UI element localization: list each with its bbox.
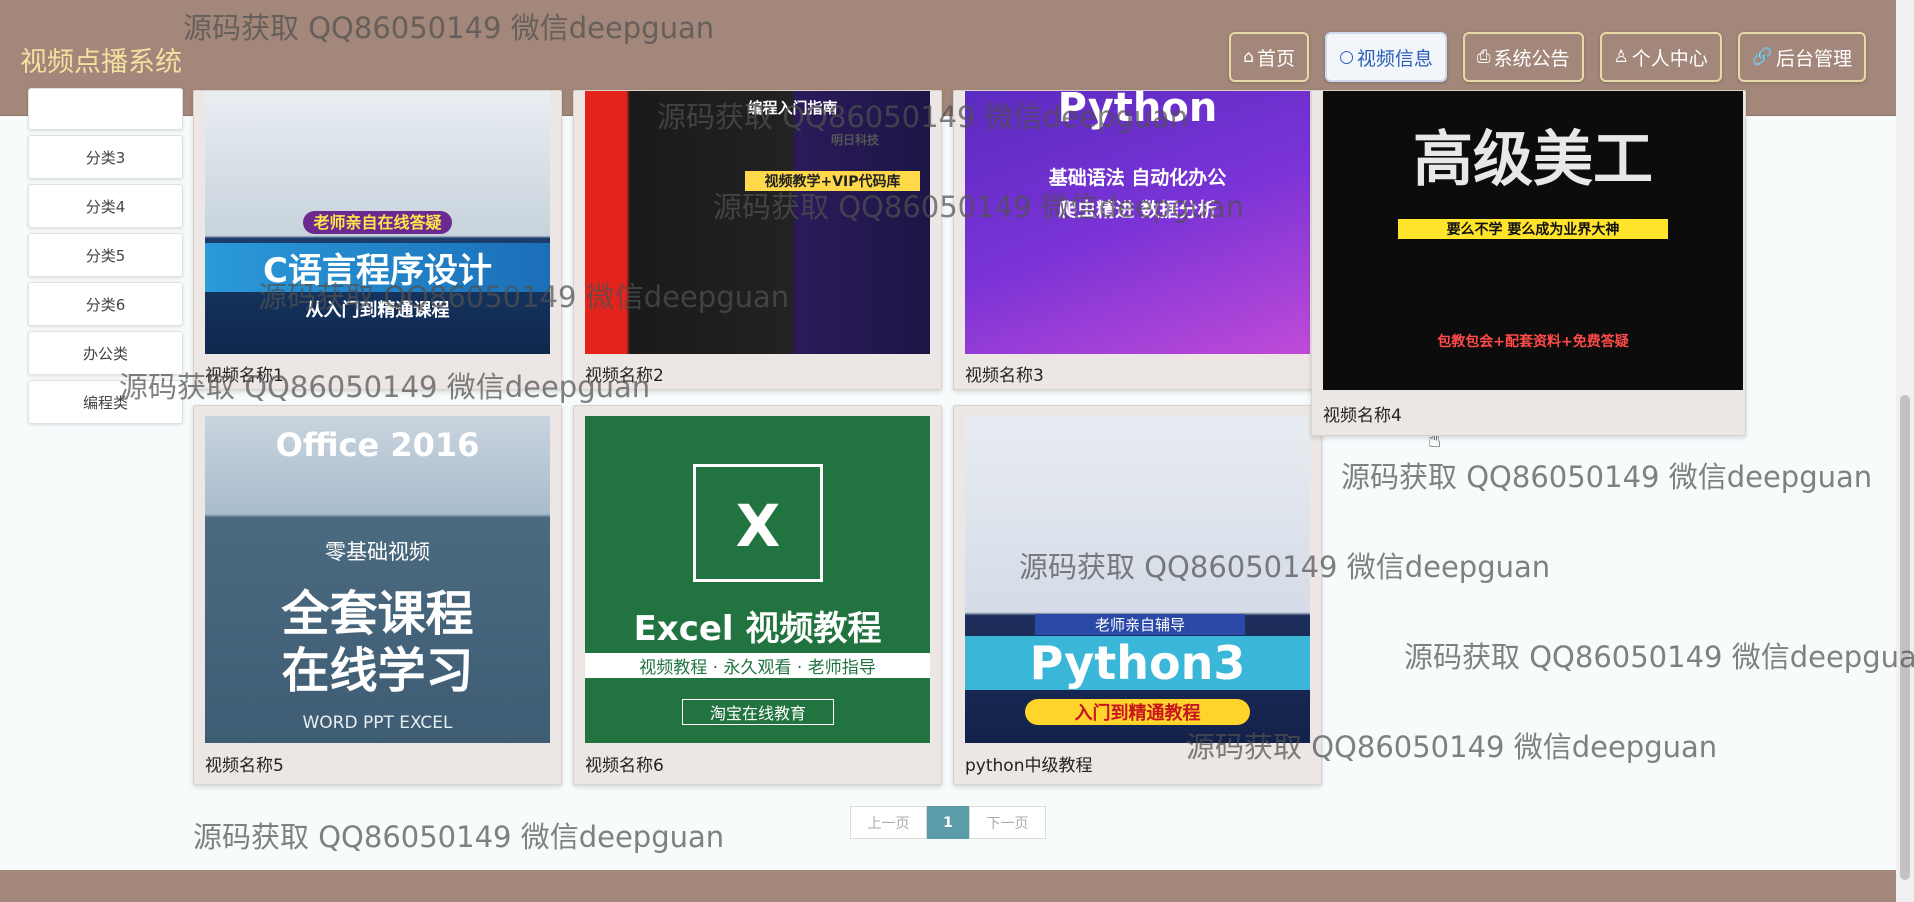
video-card-3[interactable]: Python 基础语法 自动化办公 爬虫精进 数据分析 视频名称3 bbox=[953, 90, 1322, 390]
thumb-line: 从入门到精通课程 bbox=[305, 300, 450, 321]
video-card-7[interactable]: 老师亲自辅导 Python3 入门到精通教程 python中级教程 bbox=[953, 405, 1322, 785]
video-thumbnail[interactable]: Python 基础语法 自动化办公 爬虫精进 数据分析 bbox=[965, 91, 1310, 354]
thumb-line: 视频教程 · 永久观看 · 老师指导 bbox=[585, 653, 930, 678]
video-thumbnail[interactable]: 编程入门指南 视频教学+VIP代码库 明日科技 bbox=[585, 91, 930, 354]
category-item[interactable]: 办公类 bbox=[28, 331, 183, 375]
page-number-button[interactable]: 1 bbox=[927, 806, 969, 839]
thumb-line: 明日科技 bbox=[830, 133, 879, 147]
category-sidebar: 分类3 分类4 分类5 分类6 办公类 编程类 bbox=[28, 88, 183, 429]
pagination: 上一页 1 下一页 bbox=[850, 806, 1046, 839]
scrollbar-thumb[interactable] bbox=[1900, 395, 1910, 880]
thumb-line: 老师亲自辅导 bbox=[1035, 614, 1245, 635]
category-item[interactable]: 分类3 bbox=[28, 135, 183, 179]
thumb-line: Python3 bbox=[965, 636, 1310, 690]
thumb-line: 老师亲自在线答疑 bbox=[303, 211, 452, 234]
nav-home[interactable]: ⌂ 首页 bbox=[1229, 32, 1310, 82]
category-item[interactable]: 分类6 bbox=[28, 282, 183, 326]
category-item[interactable]: 编程类 bbox=[28, 380, 183, 424]
thumb-line: 入门到精通教程 bbox=[1025, 699, 1250, 725]
nav-announcements-label: 系统公告 bbox=[1493, 47, 1570, 70]
thumb-line: 基础语法 自动化办公 bbox=[1048, 167, 1227, 189]
thumb-line: 要么不学 要么成为业界大神 bbox=[1398, 219, 1668, 239]
thumb-line: 编程入门指南 bbox=[747, 99, 838, 117]
thumb-line: 高级美工 bbox=[1413, 125, 1653, 195]
nav-video-info[interactable]: ○ 视频信息 bbox=[1325, 32, 1447, 82]
category-item-hidden[interactable] bbox=[28, 88, 183, 130]
nav-personal-center-label: 个人中心 bbox=[1631, 47, 1708, 70]
video-thumbnail[interactable]: 老师亲自辅导 Python3 入门到精通教程 bbox=[965, 416, 1310, 743]
video-thumbnail[interactable]: 老师亲自在线答疑 C语言程序设计 从入门到精通课程 bbox=[205, 91, 550, 354]
thumb-line: 淘宝在线教育 bbox=[682, 699, 834, 725]
nav-video-info-label: 视频信息 bbox=[1356, 47, 1433, 70]
footer-bar bbox=[0, 870, 1914, 902]
video-title[interactable]: 视频名称3 bbox=[965, 361, 1044, 386]
video-title[interactable]: 视频名称1 bbox=[205, 361, 284, 386]
prev-page-button[interactable]: 上一页 bbox=[850, 806, 927, 839]
thumb-line: 包教包会+配套资料+免费答疑 bbox=[1437, 334, 1629, 350]
nav-admin-label: 后台管理 bbox=[1775, 47, 1852, 70]
nav-home-label: 首页 bbox=[1257, 47, 1296, 70]
video-card-5[interactable]: Office 2016 零基础视频 全套课程 在线学习 WORD PPT EXC… bbox=[193, 405, 562, 785]
thumb-line: WORD PPT EXCEL bbox=[302, 713, 453, 733]
watermark-text: 源码获取 QQ86050149 微信deepguan bbox=[193, 820, 725, 854]
video-thumbnail[interactable]: 高级美工 要么不学 要么成为业界大神 包教包会+配套资料+免费答疑 bbox=[1323, 91, 1743, 390]
site-title[interactable]: 视频点播系统 bbox=[20, 40, 182, 79]
next-page-button[interactable]: 下一页 bbox=[969, 806, 1046, 839]
category-item[interactable]: 分类5 bbox=[28, 233, 183, 277]
category-item[interactable]: 分类4 bbox=[28, 184, 183, 228]
video-title[interactable]: 视频名称6 bbox=[585, 751, 664, 776]
thumb-line: C语言程序设计 bbox=[205, 243, 550, 292]
video-card-4[interactable]: 高级美工 要么不学 要么成为业界大神 包教包会+配套资料+免费答疑 视频名称4 bbox=[1311, 90, 1746, 436]
thumb-line: 在线学习 bbox=[281, 643, 474, 699]
thumb-line: 零基础视频 bbox=[325, 540, 430, 564]
video-title[interactable]: 视频名称4 bbox=[1323, 401, 1402, 426]
thumb-line: 视频教学+VIP代码库 bbox=[745, 171, 920, 191]
page-scrollbar[interactable] bbox=[1896, 0, 1914, 902]
thumb-line: X bbox=[693, 464, 823, 582]
video-thumbnail[interactable]: X Excel 视频教程 视频教程 · 永久观看 · 老师指导 淘宝在线教育 bbox=[585, 416, 930, 743]
video-card-2[interactable]: 编程入门指南 视频教学+VIP代码库 明日科技 视频名称2 bbox=[573, 90, 942, 390]
link-icon: 🔗 bbox=[1751, 47, 1773, 67]
user-icon: ♙ bbox=[1613, 47, 1629, 67]
thumb-line: Excel 视频教程 bbox=[633, 609, 882, 649]
main-nav: ⌂ 首页 ○ 视频信息 ⎙ 系统公告 ♙ 个人中心 🔗 后台管理 bbox=[1229, 32, 1866, 82]
video-title[interactable]: 视频名称2 bbox=[585, 361, 664, 386]
thumb-line: Office 2016 bbox=[275, 426, 480, 464]
video-thumbnail[interactable]: Office 2016 零基础视频 全套课程 在线学习 WORD PPT EXC… bbox=[205, 416, 550, 743]
watermark-text: 源码获取 QQ86050149 微信deepguan bbox=[1341, 460, 1873, 494]
nav-announcements[interactable]: ⎙ 系统公告 bbox=[1462, 32, 1584, 82]
nav-personal-center[interactable]: ♙ 个人中心 bbox=[1599, 32, 1722, 82]
home-icon: ⌂ bbox=[1243, 47, 1255, 67]
watermark-text: 源码获取 QQ86050149 微信deepguan bbox=[1404, 640, 1914, 674]
video-card-1[interactable]: 老师亲自在线答疑 C语言程序设计 从入门到精通课程 视频名称1 bbox=[193, 90, 562, 390]
thumb-line: 爬虫精进 数据分析 bbox=[1058, 199, 1217, 221]
video-title[interactable]: python中级教程 bbox=[965, 751, 1092, 776]
nav-admin[interactable]: 🔗 后台管理 bbox=[1737, 32, 1866, 82]
video-title[interactable]: 视频名称5 bbox=[205, 751, 284, 776]
video-card-6[interactable]: X Excel 视频教程 视频教程 · 永久观看 · 老师指导 淘宝在线教育 视… bbox=[573, 405, 942, 785]
printer-icon: ⎙ bbox=[1476, 47, 1491, 67]
circle-icon: ○ bbox=[1339, 47, 1354, 67]
thumb-line: Python bbox=[1057, 91, 1218, 131]
